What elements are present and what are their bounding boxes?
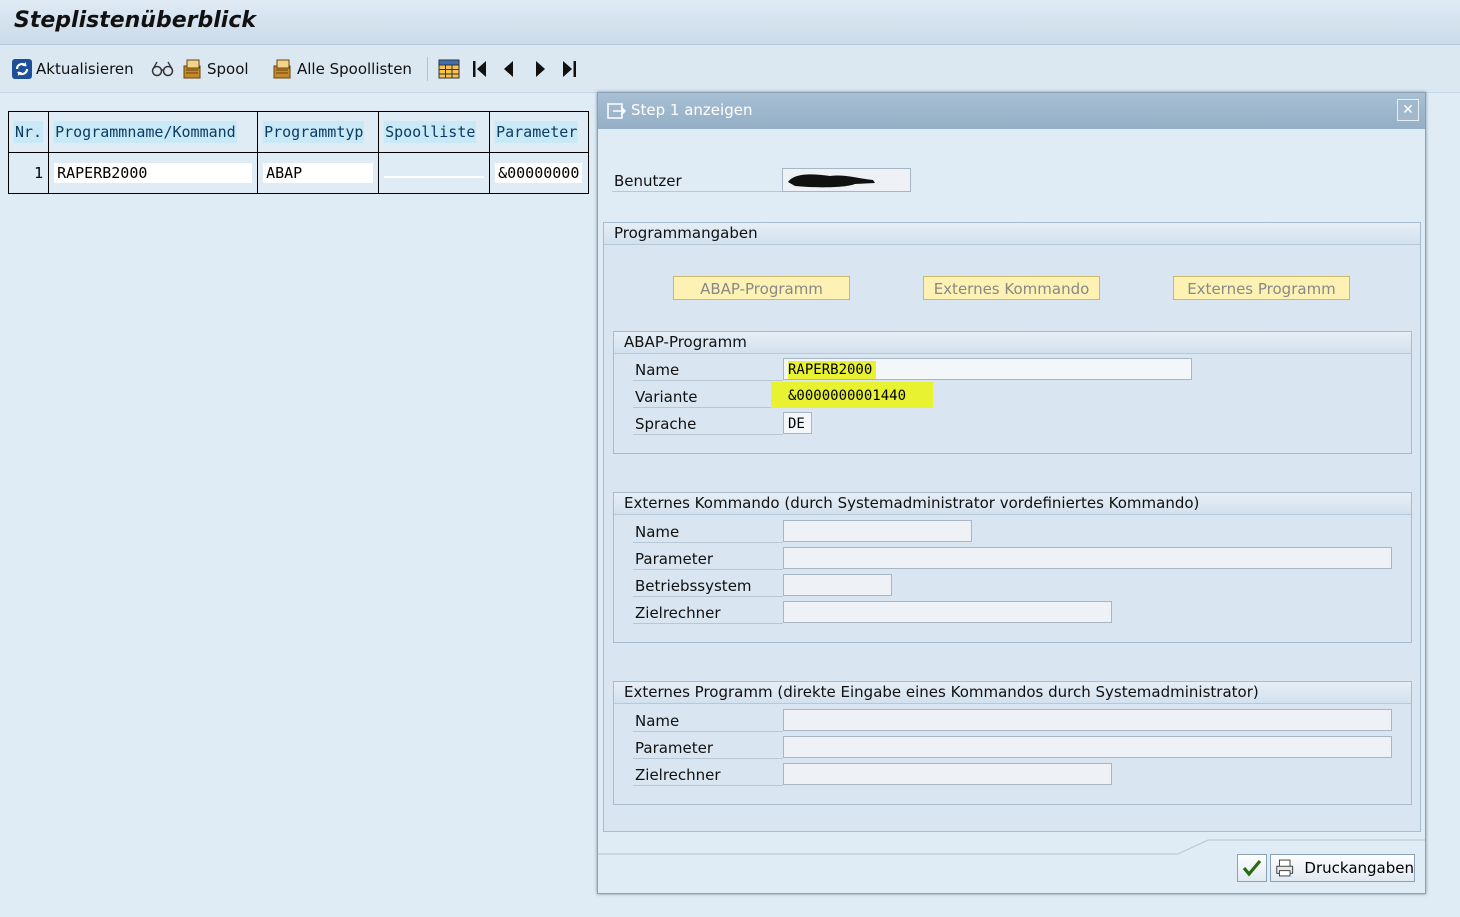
abap-name-label: Name: [635, 361, 680, 379]
ext-cmd-param-field[interactable]: [783, 547, 1392, 569]
external-command-title: Externes Kommando (durch Systemadministr…: [624, 494, 1200, 512]
table-grid-icon[interactable]: [438, 58, 460, 80]
external-program-button[interactable]: Externes Programm: [1173, 276, 1350, 300]
ext-prog-name-label: Name: [635, 712, 680, 730]
spool-list-icon: [273, 59, 291, 79]
ext-cmd-name-field[interactable]: [783, 520, 972, 542]
column-header-spool[interactable]: Spoolliste: [378, 111, 491, 153]
confirm-button[interactable]: [1237, 854, 1267, 882]
step-dialog: Step 1 anzeigen ✕ Benutzer Programmangab…: [597, 92, 1426, 894]
program-details-title: Programmangaben: [614, 224, 758, 242]
abap-program-group: ABAP-Programm Name RAPERB2000 Variante &…: [613, 331, 1412, 454]
next-page-icon[interactable]: [529, 58, 551, 80]
display-button[interactable]: [150, 57, 179, 81]
title-bar: Steplistenüberblick: [0, 0, 1460, 45]
all-spool-lists-label: Alle Spoollisten: [297, 60, 412, 78]
toolbar-separator: [427, 57, 428, 81]
refresh-label: Aktualisieren: [36, 60, 134, 78]
refresh-button[interactable]: Aktualisieren: [11, 57, 134, 81]
cell-parameter[interactable]: &00000000: [489, 152, 590, 194]
print-settings-label: Druckangaben: [1304, 859, 1414, 877]
cell-type[interactable]: ABAP: [257, 152, 380, 194]
print-settings-button[interactable]: Druckangaben: [1270, 854, 1415, 882]
spool-button[interactable]: Spool: [182, 57, 249, 81]
ext-prog-param-field[interactable]: [783, 736, 1392, 758]
abap-name-field[interactable]: RAPERB2000: [783, 358, 1192, 380]
refresh-icon: [12, 59, 32, 79]
all-spool-lists-button[interactable]: Alle Spoollisten: [272, 57, 412, 81]
first-page-icon[interactable]: [469, 58, 491, 80]
ext-prog-host-label: Zielrechner: [635, 766, 721, 784]
external-command-button[interactable]: Externes Kommando: [923, 276, 1100, 300]
external-program-title: Externes Programm (direkte Eingabe eines…: [624, 683, 1259, 701]
previous-page-icon[interactable]: [498, 58, 520, 80]
cell-program[interactable]: RAPERB2000: [48, 152, 259, 194]
redaction-mark: [788, 174, 875, 188]
cell-nr[interactable]: 1: [7, 152, 50, 194]
external-command-group: Externes Kommando (durch Systemadministr…: [613, 492, 1412, 643]
column-header-program[interactable]: Programmname/Kommand: [48, 111, 259, 153]
program-details-group: Programmangaben ABAP-Programm Externes K…: [603, 222, 1421, 832]
ext-prog-host-field[interactable]: [783, 763, 1112, 785]
abap-language-label: Sprache: [635, 415, 697, 433]
ext-prog-param-label: Parameter: [635, 739, 714, 757]
spool-icon: [183, 59, 201, 79]
external-program-group: Externes Programm (direkte Eingabe eines…: [613, 681, 1412, 805]
application-toolbar: Aktualisieren Spool Alle Spoollisten: [0, 45, 1460, 93]
column-header-type[interactable]: Programmtyp: [257, 111, 380, 153]
column-header-parameter[interactable]: Parameter: [489, 111, 590, 153]
abap-variant-label: Variante: [635, 388, 698, 406]
ext-cmd-host-label: Zielrechner: [635, 604, 721, 622]
close-icon[interactable]: ✕: [1397, 99, 1419, 121]
ext-cmd-os-label: Betriebssystem: [635, 577, 752, 595]
printer-icon: [1276, 859, 1294, 877]
glasses-icon: [151, 61, 174, 77]
last-page-icon[interactable]: [558, 58, 580, 80]
spool-label: Spool: [207, 60, 249, 78]
ext-cmd-host-field[interactable]: [783, 601, 1112, 623]
page-title: Steplistenüberblick: [14, 8, 256, 33]
display-doc-icon: [607, 103, 627, 119]
table-row[interactable]: 1 RAPERB2000 ABAP &00000000: [7, 152, 590, 194]
footer-divider: [598, 839, 1425, 855]
column-header-nr[interactable]: Nr.: [7, 111, 50, 153]
ext-prog-name-field[interactable]: [783, 709, 1392, 731]
dialog-title: Step 1 anzeigen: [631, 101, 753, 119]
abap-variant-field[interactable]: &0000000001440: [771, 382, 933, 408]
ext-cmd-param-label: Parameter: [635, 550, 714, 568]
abap-program-button[interactable]: ABAP-Programm: [673, 276, 850, 300]
user-label: Benutzer: [614, 172, 682, 190]
abap-language-field[interactable]: DE: [783, 412, 812, 434]
ext-cmd-name-label: Name: [635, 523, 680, 541]
table-header-row: Nr. Programmname/Kommand Programmtyp Spo…: [7, 111, 590, 153]
checkmark-icon: [1242, 859, 1262, 877]
abap-group-title: ABAP-Programm: [624, 333, 747, 351]
step-list-table: Nr. Programmname/Kommand Programmtyp Spo…: [7, 111, 590, 194]
ext-cmd-os-field[interactable]: [783, 574, 892, 596]
user-label-underline: [612, 191, 782, 192]
dialog-header: Step 1 anzeigen ✕: [598, 93, 1425, 129]
user-field: [782, 168, 911, 192]
cell-spool[interactable]: [378, 152, 491, 194]
